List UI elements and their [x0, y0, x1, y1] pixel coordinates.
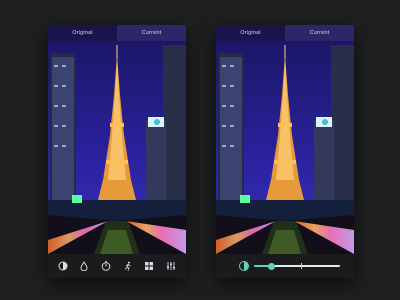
tab-original[interactable]: Original — [48, 25, 117, 41]
view-tabs: Original Current — [216, 25, 354, 41]
run-icon — [124, 261, 131, 271]
sliders-tool-button[interactable] — [164, 259, 178, 273]
motion-tool-button[interactable] — [121, 259, 135, 273]
tokyo-tower-photo — [216, 25, 354, 254]
timer-icon — [101, 261, 111, 271]
tab-current[interactable]: Current — [117, 25, 186, 41]
edit-toolbar — [48, 254, 186, 278]
view-tabs: Original Current — [48, 25, 186, 41]
contrast-icon — [239, 261, 249, 271]
grid-tool-button[interactable] — [142, 259, 156, 273]
adjustment-slider[interactable] — [254, 262, 340, 270]
phone-original-view: Original Current — [48, 25, 186, 278]
grid-icon — [145, 262, 154, 270]
drop-icon — [80, 261, 88, 271]
tab-original[interactable]: Original — [216, 25, 285, 41]
adjustment-bar — [216, 254, 354, 278]
color-tool-button[interactable] — [77, 259, 91, 273]
phone-adjust-view: Original Current — [216, 25, 354, 278]
tab-current[interactable]: Current — [285, 25, 354, 41]
contrast-icon — [58, 261, 68, 271]
contrast-tool-button[interactable] — [56, 259, 70, 273]
tokyo-tower-photo — [48, 25, 186, 254]
slider-mark — [301, 263, 303, 269]
timer-tool-button[interactable] — [99, 259, 113, 273]
slider-handle[interactable] — [267, 262, 275, 270]
sliders-icon — [167, 262, 176, 270]
